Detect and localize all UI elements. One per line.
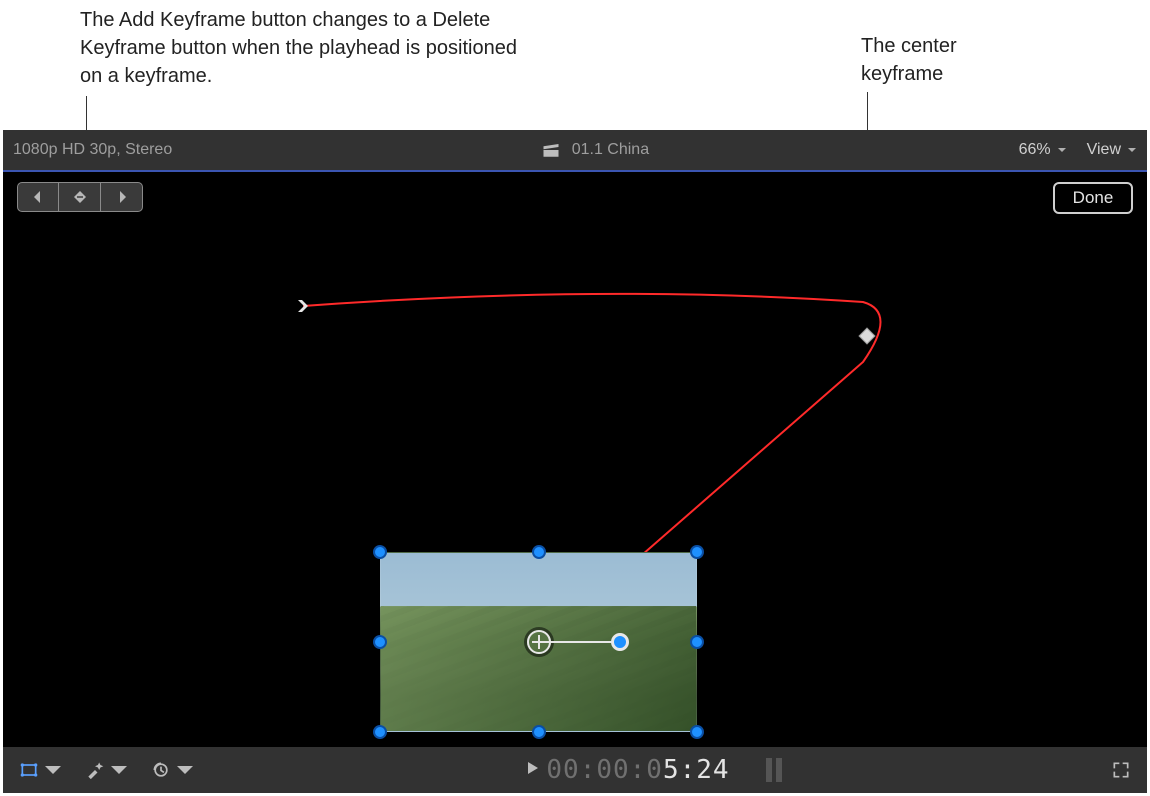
annotation-right-line1: The center — [861, 35, 957, 57]
view-menu[interactable]: View — [1087, 141, 1137, 159]
transform-tool-icon — [19, 760, 39, 780]
delete-keyframe-icon — [72, 189, 88, 205]
clip-title: 01.1 China — [572, 141, 649, 159]
prev-keyframe-icon — [30, 189, 46, 205]
enhance-menu[interactable] — [81, 756, 133, 784]
next-keyframe-icon — [114, 189, 130, 205]
fullscreen-icon — [1111, 760, 1131, 780]
resize-handle-br[interactable] — [690, 725, 704, 739]
fullscreen-button[interactable] — [1107, 756, 1135, 784]
resize-handle-ml[interactable] — [373, 635, 387, 649]
clapper-icon — [542, 141, 560, 159]
annotation-left: The Add Keyframe button changes to a Del… — [80, 6, 540, 90]
retime-icon — [151, 760, 171, 780]
prev-keyframe-button[interactable] — [17, 182, 59, 212]
resize-handle-bl[interactable] — [373, 725, 387, 739]
meter-bar — [776, 758, 782, 782]
keyframe-nav-group — [17, 182, 143, 212]
viewer-top-bar: 1080p HD 30p, Stereo 01.1 China 66% View — [3, 130, 1147, 170]
view-label: View — [1087, 141, 1121, 159]
delete-keyframe-button[interactable] — [59, 182, 101, 212]
zoom-label: 66% — [1019, 141, 1051, 159]
play-icon — [524, 760, 540, 776]
timecode-dim: 00:00:0 — [546, 755, 663, 785]
resize-handle-tl[interactable] — [373, 545, 387, 559]
viewer-canvas[interactable]: Done — [3, 172, 1147, 747]
retime-menu[interactable] — [147, 756, 199, 784]
chevron-down-icon — [175, 760, 195, 780]
next-keyframe-button[interactable] — [101, 182, 143, 212]
annotation-right-line2: keyframe — [861, 63, 943, 85]
selected-clip[interactable] — [380, 552, 697, 732]
transform-tool-menu[interactable] — [15, 756, 67, 784]
timecode-display[interactable]: 00:00:05:24 — [546, 755, 729, 785]
keyframe-marker-center[interactable] — [859, 328, 876, 345]
annotation-right: The center keyframe — [861, 32, 1081, 88]
chevron-down-icon — [1127, 145, 1137, 155]
resize-handle-bm[interactable] — [532, 725, 546, 739]
rotation-handle[interactable] — [611, 633, 629, 651]
rotation-arm — [539, 641, 619, 643]
resize-handle-mr[interactable] — [690, 635, 704, 649]
timecode-bright: 5:24 — [663, 755, 730, 785]
enhance-icon — [85, 760, 105, 780]
resize-handle-tr[interactable] — [690, 545, 704, 559]
play-button[interactable] — [524, 760, 540, 781]
viewer-bottom-bar: 00:00:05:24 — [3, 747, 1147, 793]
chevron-down-icon — [43, 760, 63, 780]
format-label: 1080p HD 30p, Stereo — [13, 141, 172, 159]
audio-meter — [766, 758, 782, 782]
keyframe-marker-start[interactable] — [295, 298, 311, 314]
meter-bar — [766, 758, 772, 782]
zoom-menu[interactable]: 66% — [1019, 141, 1067, 159]
chevron-down-icon — [1057, 145, 1067, 155]
done-button[interactable]: Done — [1053, 182, 1133, 214]
resize-handle-tm[interactable] — [532, 545, 546, 559]
viewer-window: 1080p HD 30p, Stereo 01.1 China 66% View — [3, 130, 1147, 793]
chevron-down-icon — [109, 760, 129, 780]
